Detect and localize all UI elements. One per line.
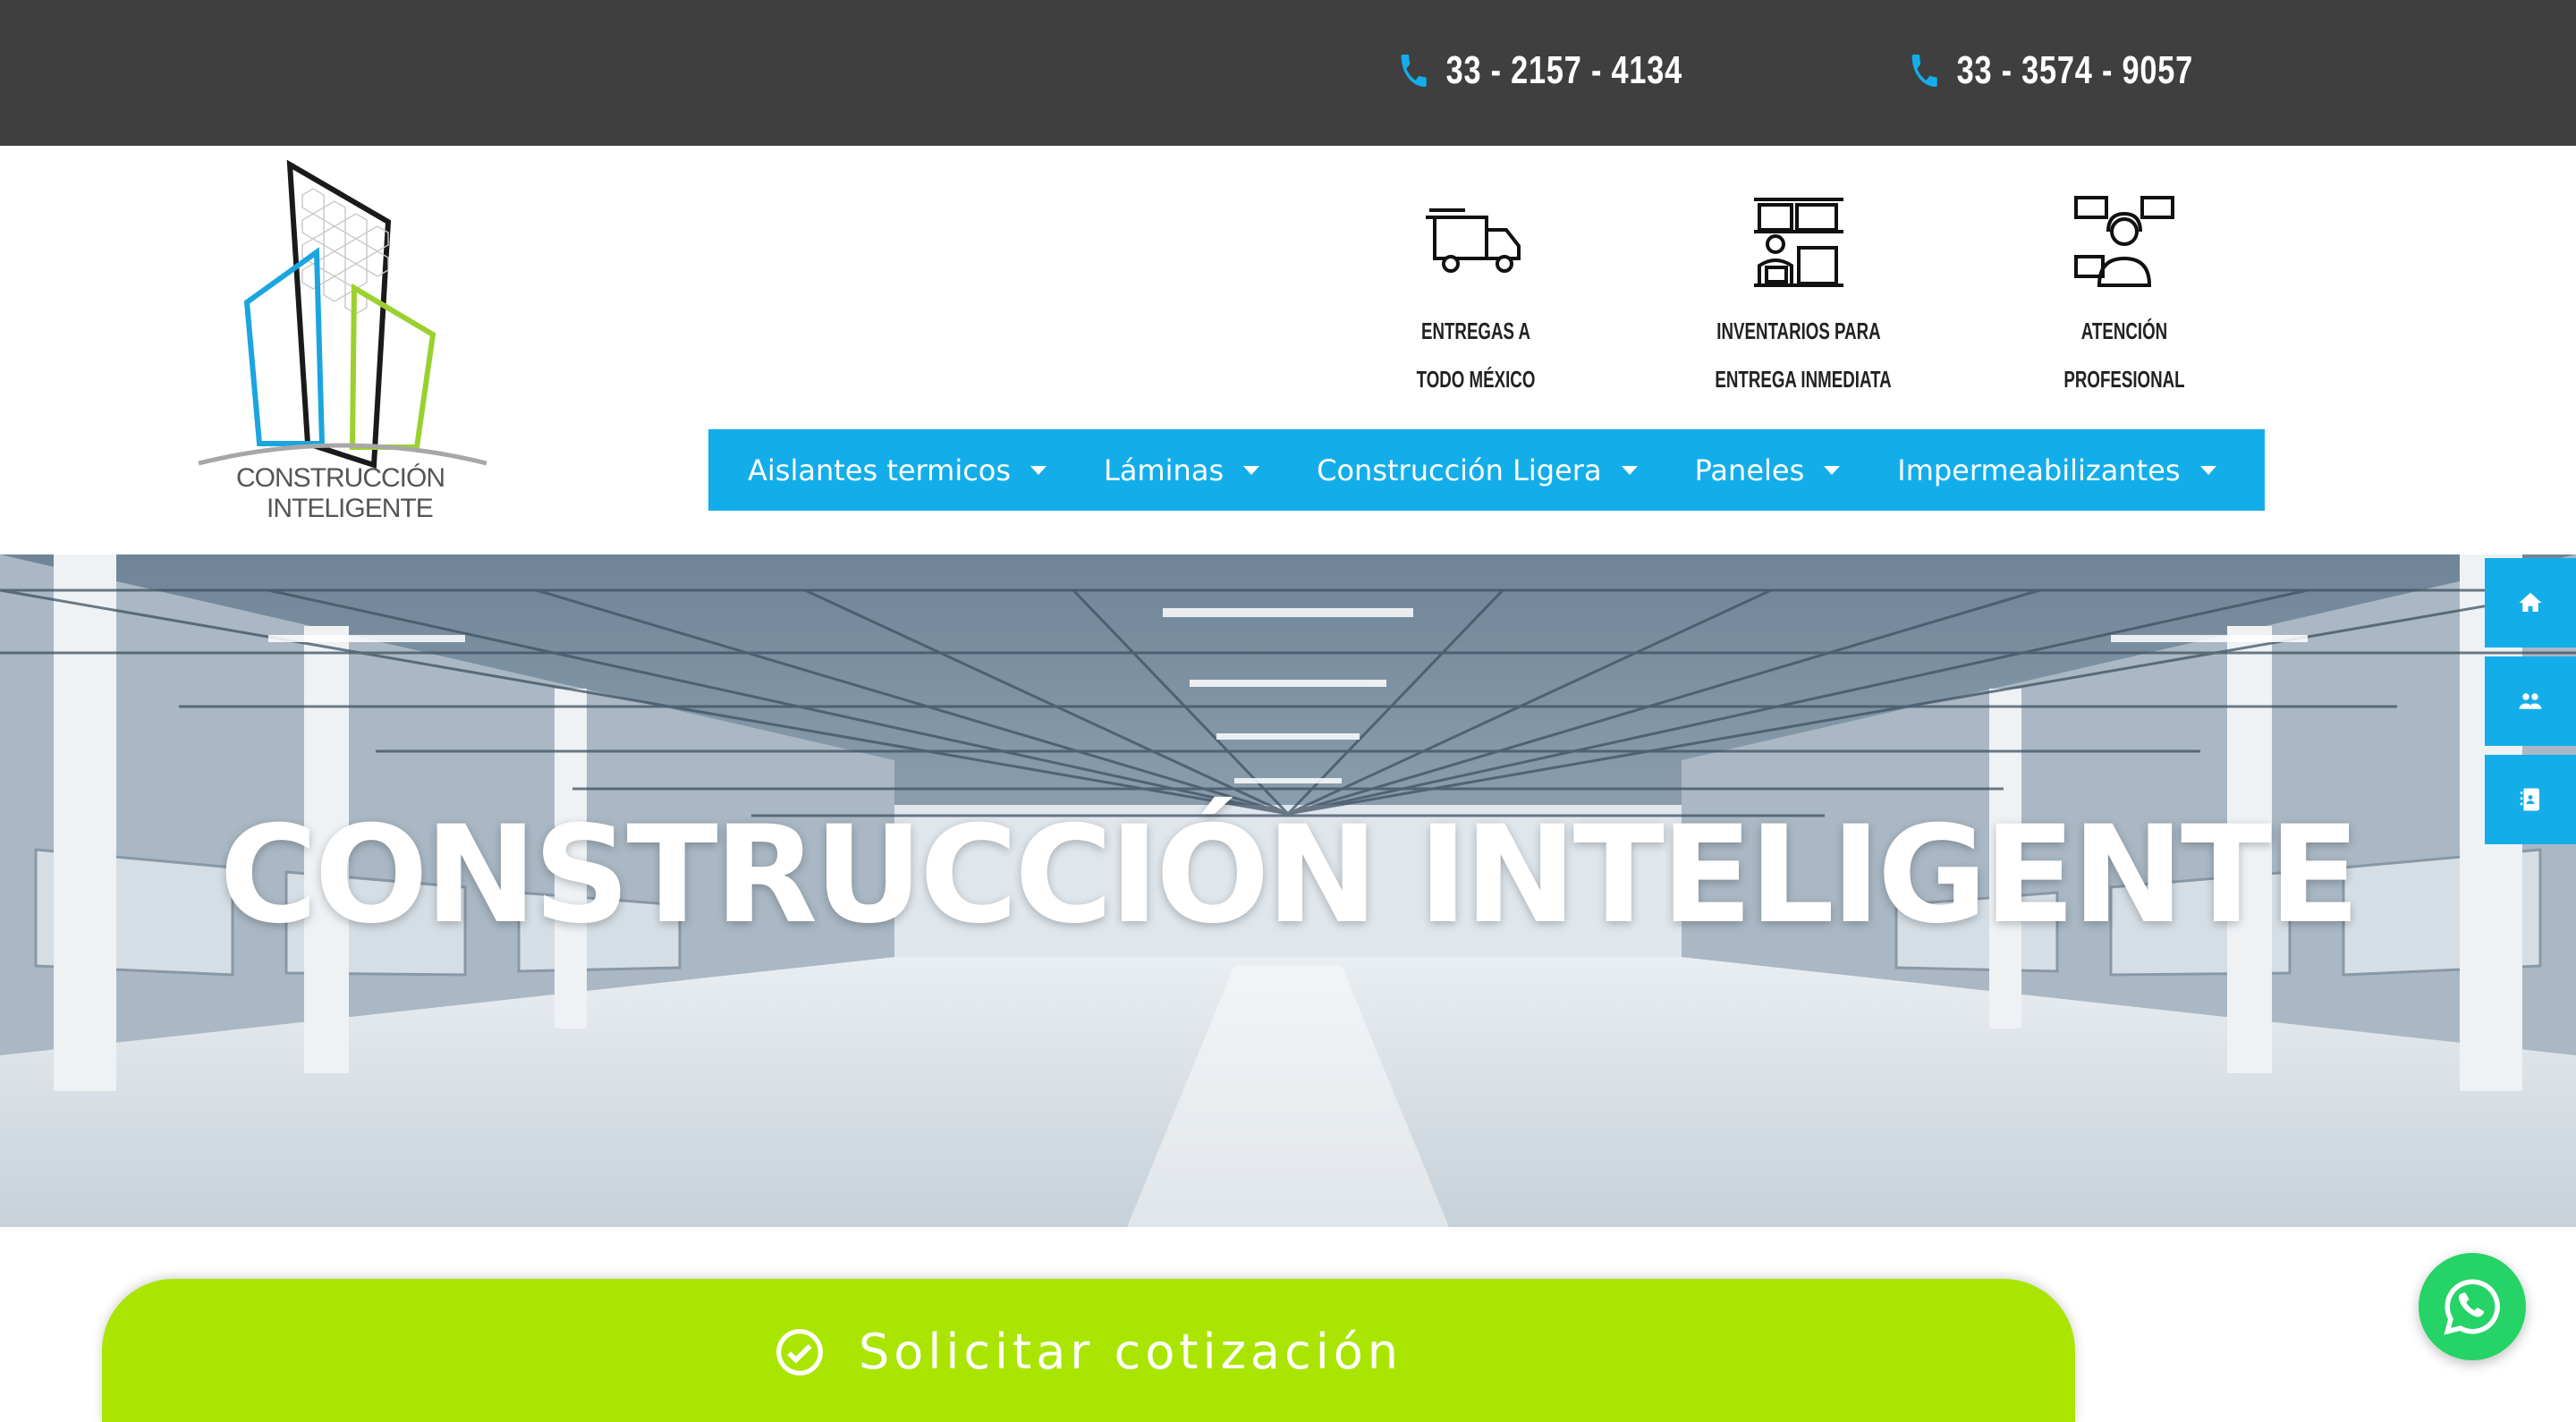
side-home-button[interactable]	[2485, 558, 2576, 648]
nav-item-paneles[interactable]: Paneles	[1695, 453, 1841, 487]
hero-title: CONSTRUCCIÓN INTELIGENTE	[219, 798, 2360, 953]
feature-delivery-line1: ENTREGAS A	[1420, 317, 1531, 344]
request-quote-button[interactable]: Solicitar cotización	[102, 1279, 2075, 1422]
caret-down-icon	[1824, 465, 1841, 475]
nav-item-label: Construcción Ligera	[1317, 453, 1602, 487]
caret-down-icon	[1030, 465, 1047, 475]
feature-service-line1: ATENCIÓN	[2080, 317, 2168, 344]
nav-item-label: Aislantes termicos	[748, 453, 1012, 487]
check-circle-icon	[776, 1329, 823, 1375]
whatsapp-chat-button[interactable]	[2419, 1253, 2526, 1360]
feature-inventory-line1: INVENTARIOS PARA	[1716, 317, 1881, 344]
feature-inventory: INVENTARIOS PARA ENTREGA INMEDIATA	[1682, 192, 1915, 403]
home-icon	[2519, 592, 2542, 612]
request-quote-label: Solicitar cotización	[859, 1324, 1402, 1380]
phone-icon	[1911, 55, 1937, 87]
feature-delivery-line2: TODO MÉXICO	[1416, 366, 1536, 393]
phone-number-2: 33 - 3574 - 9057	[1956, 48, 2193, 92]
side-contacts-button[interactable]	[2485, 755, 2576, 844]
phone-link-1[interactable]: 33 - 2157 - 4134	[1397, 39, 1682, 102]
nav-item-aislantes[interactable]: Aislantes termicos	[748, 453, 1047, 487]
nav-item-laminas[interactable]: Láminas	[1104, 453, 1260, 487]
nav-item-impermeabilizantes[interactable]: Impermeabilizantes	[1897, 453, 2216, 487]
hero-banner: CONSTRUCCIÓN INTELIGENTE	[0, 554, 2576, 1227]
side-users-button[interactable]	[2485, 656, 2576, 746]
main-navigation: Aislantes termicos Láminas Construcción …	[708, 429, 2265, 511]
nav-item-construccion-ligera[interactable]: Construcción Ligera	[1317, 453, 1638, 487]
feature-inventory-line2: ENTREGA INMEDIATA	[1715, 366, 1892, 393]
inventory-icon	[1754, 198, 1843, 287]
logo-text-line1: CONSTRUCCIÓN	[236, 463, 445, 493]
feature-service: ATENCIÓN PROFESIONAL	[2008, 192, 2241, 403]
phone-link-2[interactable]: 33 - 3574 - 9057	[1908, 39, 2193, 102]
logo-text-line2: INTELIGENTE	[267, 494, 434, 523]
caret-down-icon	[1621, 465, 1638, 475]
customer-service-icon	[2074, 196, 2174, 287]
phone-icon	[1401, 55, 1427, 87]
feature-delivery: ENTREGAS A TODO MÉXICO	[1360, 192, 1592, 403]
contacts-icon	[2520, 788, 2539, 811]
users-icon	[2519, 693, 2542, 709]
top-contact-bar: 33 - 2157 - 4134 33 - 3574 - 9057	[0, 0, 2576, 146]
nav-item-label: Paneles	[1694, 453, 1805, 487]
feature-service-line2: PROFESIONAL	[2063, 366, 2185, 393]
truck-icon	[1426, 208, 1521, 273]
nav-item-label: Impermeabilizantes	[1897, 453, 2181, 487]
caret-down-icon	[1243, 465, 1260, 475]
caret-down-icon	[2199, 465, 2216, 475]
nav-item-label: Láminas	[1104, 453, 1224, 487]
whatsapp-icon	[2444, 1279, 2500, 1335]
phone-number-1: 33 - 2157 - 4134	[1445, 48, 1682, 92]
